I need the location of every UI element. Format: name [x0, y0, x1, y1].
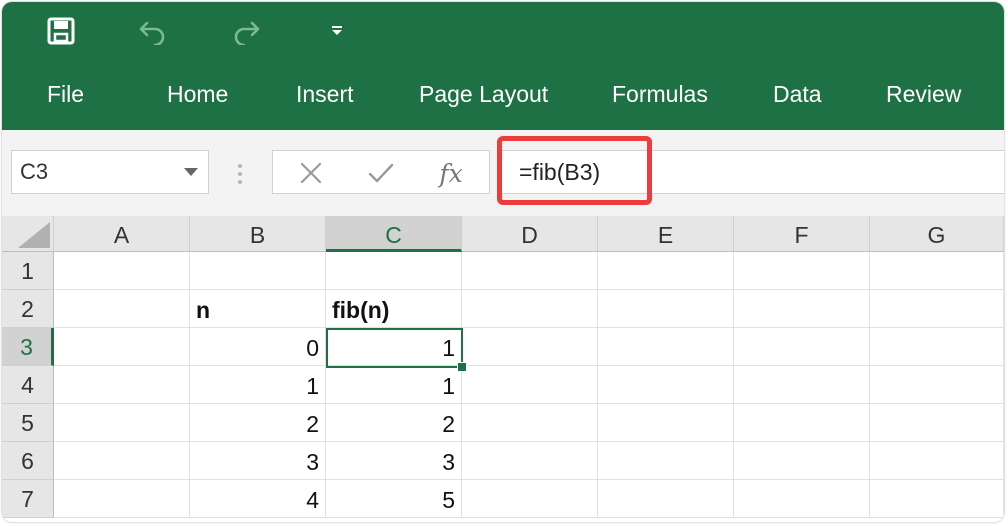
- cell-d3[interactable]: [462, 328, 598, 366]
- cell-b2[interactable]: n: [190, 290, 326, 328]
- cell-b3[interactable]: 0: [190, 328, 326, 366]
- cell-g5[interactable]: [870, 404, 1004, 442]
- row-header-7[interactable]: 7: [2, 480, 54, 518]
- cell-g3[interactable]: [870, 328, 1004, 366]
- checkmark-icon[interactable]: [363, 155, 399, 191]
- column-header-d[interactable]: D: [462, 216, 598, 252]
- cell-d1[interactable]: [462, 252, 598, 290]
- cell-a4[interactable]: [54, 366, 190, 404]
- cell-e2[interactable]: [598, 290, 734, 328]
- tab-insert[interactable]: Insert: [296, 80, 354, 108]
- tab-page-layout[interactable]: Page Layout: [419, 80, 548, 108]
- tab-review[interactable]: Review: [886, 80, 961, 108]
- row-header-4[interactable]: 4: [2, 366, 54, 404]
- grip-handle[interactable]: [238, 164, 242, 184]
- fill-handle[interactable]: [457, 362, 467, 372]
- row-header-6[interactable]: 6: [2, 442, 54, 480]
- excel-window: File Home Insert Page Layout Formulas Da…: [2, 2, 1004, 522]
- column-header-e[interactable]: E: [598, 216, 734, 252]
- cell-f1[interactable]: [734, 252, 870, 290]
- cell-a2[interactable]: [54, 290, 190, 328]
- dropdown-arrow-icon[interactable]: [320, 14, 354, 48]
- cell-b7[interactable]: 4: [190, 480, 326, 518]
- cell-g6[interactable]: [870, 442, 1004, 480]
- cell-e1[interactable]: [598, 252, 734, 290]
- cell-a5[interactable]: [54, 404, 190, 442]
- cell-g2[interactable]: [870, 290, 1004, 328]
- column-header-a[interactable]: A: [54, 216, 190, 252]
- row-header-2[interactable]: 2: [2, 290, 54, 328]
- cell-d7[interactable]: [462, 480, 598, 518]
- cell-e6[interactable]: [598, 442, 734, 480]
- cell-c7[interactable]: 5: [326, 480, 462, 518]
- tab-data[interactable]: Data: [773, 80, 822, 108]
- fx-label: fx: [439, 158, 463, 188]
- column-header-b[interactable]: B: [190, 216, 326, 252]
- row-header-3[interactable]: 3: [2, 328, 54, 366]
- function-icon[interactable]: fx: [433, 155, 469, 191]
- cell-c4[interactable]: 1: [326, 366, 462, 404]
- cell-d2[interactable]: [462, 290, 598, 328]
- cell-c1[interactable]: [326, 252, 462, 290]
- cell-b4[interactable]: 1: [190, 366, 326, 404]
- cell-d5[interactable]: [462, 404, 598, 442]
- cell-a1[interactable]: [54, 252, 190, 290]
- column-header-c[interactable]: C: [326, 216, 462, 252]
- name-box-value: C3: [20, 159, 49, 184]
- cell-d4[interactable]: [462, 366, 598, 404]
- tab-home[interactable]: Home: [167, 80, 228, 108]
- column-header-f[interactable]: F: [734, 216, 870, 252]
- cell-f5[interactable]: [734, 404, 870, 442]
- cell-b6[interactable]: 3: [190, 442, 326, 480]
- cell-e4[interactable]: [598, 366, 734, 404]
- cell-a7[interactable]: [54, 480, 190, 518]
- cell-c5[interactable]: 2: [326, 404, 462, 442]
- tab-formulas[interactable]: Formulas: [612, 80, 708, 108]
- close-icon[interactable]: [293, 155, 329, 191]
- select-all-corner[interactable]: [2, 216, 54, 252]
- formula-value: =fib(B3): [519, 159, 601, 185]
- cell-f2[interactable]: [734, 290, 870, 328]
- cell-b1[interactable]: [190, 252, 326, 290]
- cell-e5[interactable]: [598, 404, 734, 442]
- cell-d6[interactable]: [462, 442, 598, 480]
- cell-a6[interactable]: [54, 442, 190, 480]
- cell-e7[interactable]: [598, 480, 734, 518]
- cell-g1[interactable]: [870, 252, 1004, 290]
- save-icon[interactable]: [44, 14, 78, 48]
- cell-f7[interactable]: [734, 480, 870, 518]
- row-header-1[interactable]: 1: [2, 252, 54, 290]
- redo-icon[interactable]: [229, 14, 263, 48]
- ribbon: File Home Insert Page Layout Formulas Da…: [2, 2, 1004, 130]
- cell-c2[interactable]: fib(n): [326, 290, 462, 328]
- cell-c3[interactable]: 1: [326, 328, 462, 366]
- spreadsheet-grid: A B C D E F G 1 2 n fib(n) 3 0 1 4 1 1 5 2 2 6 3 3 7 4 5: [2, 216, 1004, 522]
- column-header-g[interactable]: G: [870, 216, 1004, 252]
- cell-g7[interactable]: [870, 480, 1004, 518]
- formula-bar: C3 fx =fib(B3): [2, 130, 1004, 216]
- cell-f3[interactable]: [734, 328, 870, 366]
- formula-buttons: fx: [272, 150, 490, 194]
- cell-a3[interactable]: [54, 328, 190, 366]
- chevron-down-icon[interactable]: [184, 168, 198, 176]
- name-box[interactable]: C3: [11, 150, 209, 194]
- cell-c6[interactable]: 3: [326, 442, 462, 480]
- cell-e3[interactable]: [598, 328, 734, 366]
- cell-b5[interactable]: 2: [190, 404, 326, 442]
- undo-icon[interactable]: [136, 14, 170, 48]
- cell-f4[interactable]: [734, 366, 870, 404]
- formula-input[interactable]: =fib(B3): [499, 150, 1004, 194]
- cell-g4[interactable]: [870, 366, 1004, 404]
- row-header-5[interactable]: 5: [2, 404, 54, 442]
- cell-f6[interactable]: [734, 442, 870, 480]
- tab-file[interactable]: File: [47, 80, 84, 108]
